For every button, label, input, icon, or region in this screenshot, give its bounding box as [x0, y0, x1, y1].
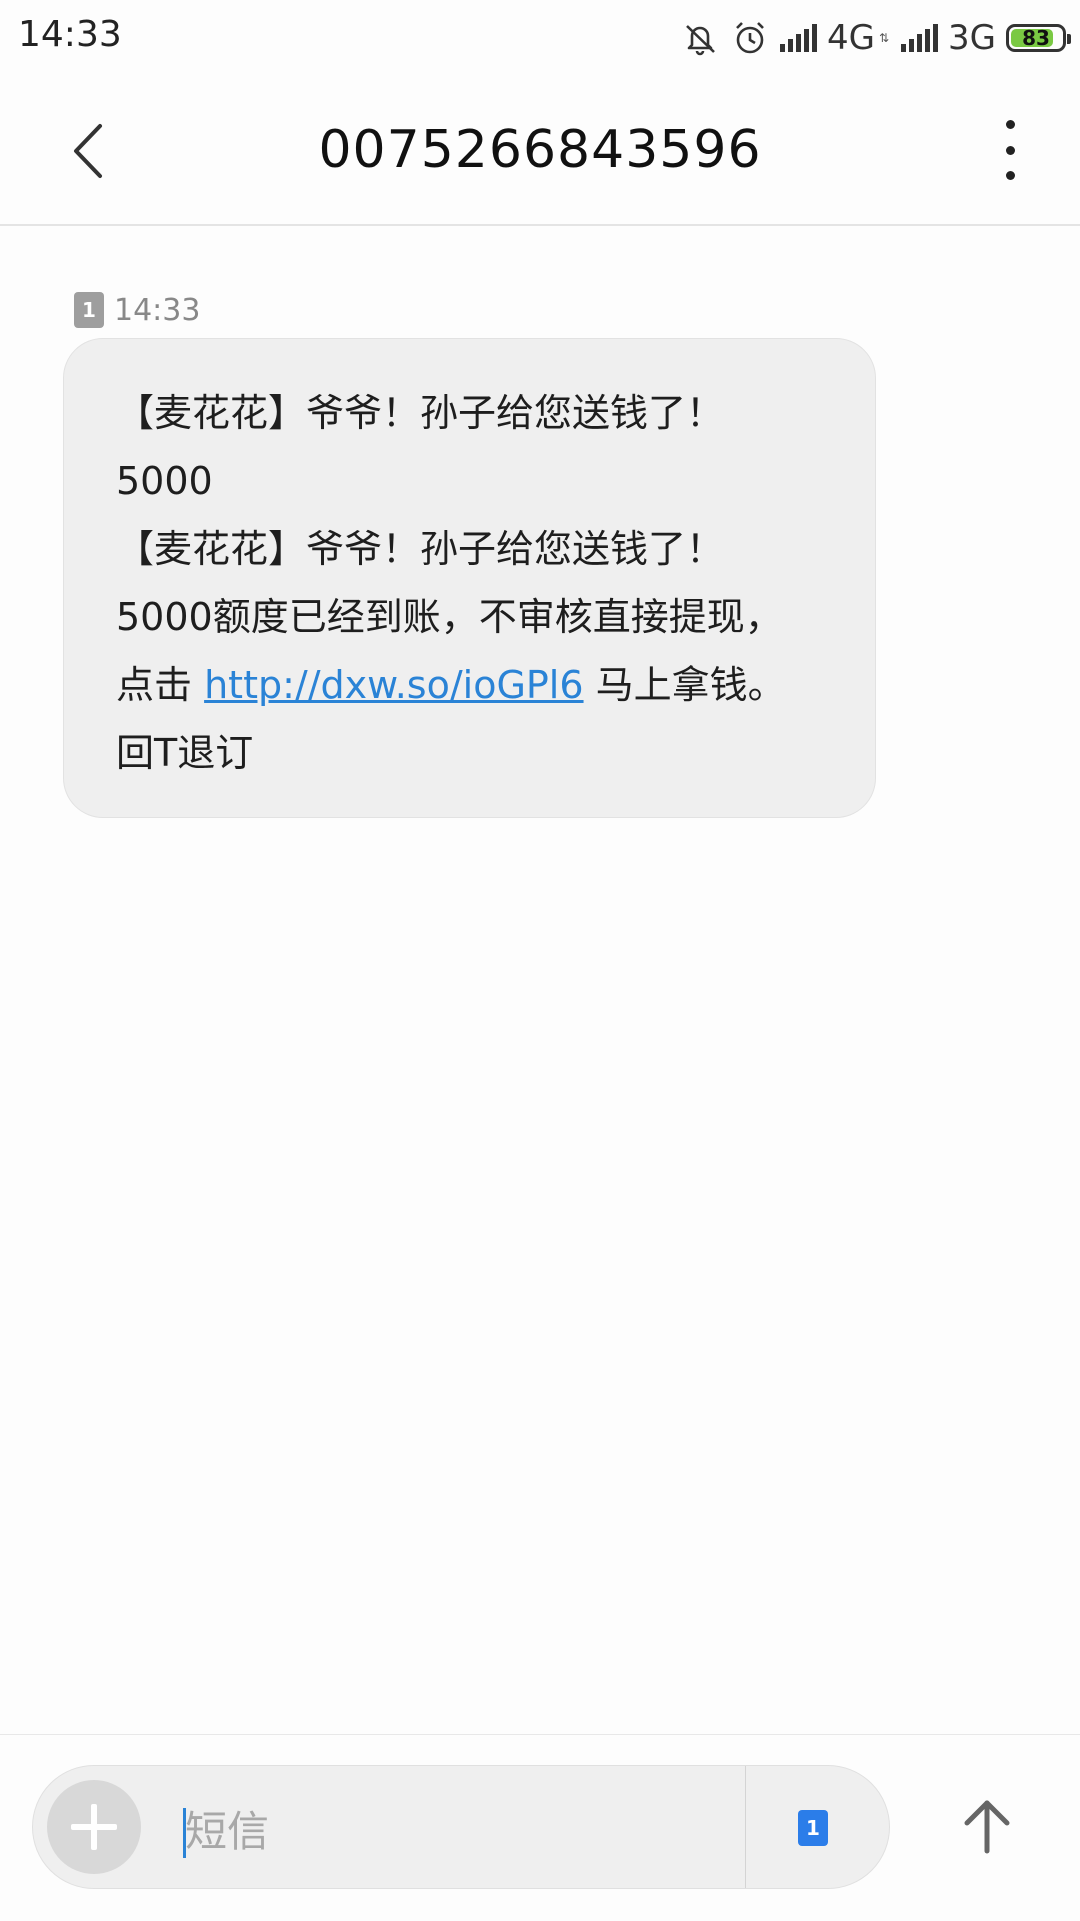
status-time: 14:33 — [18, 14, 122, 55]
add-attachment-button[interactable] — [47, 1780, 141, 1874]
message-time: 14:33 — [114, 292, 201, 328]
composer-pill: 短信 1 — [32, 1765, 890, 1889]
message-text: 点击 — [116, 663, 205, 707]
status-bar: 14:33 4G ⇅ 3G 83 — [0, 0, 1080, 76]
message-link[interactable]: http://dxw.so/ioGPl6 — [204, 663, 583, 707]
message-line: 5000额度已经到账，不审核直接提现， — [116, 595, 783, 639]
network-type-2: 3G — [948, 18, 996, 58]
more-vertical-icon — [1005, 120, 1015, 129]
message-line: 5000 — [116, 459, 213, 503]
more-options-button[interactable] — [990, 120, 1030, 180]
status-icons: 4G ⇅ 3G 83 — [680, 16, 1071, 60]
message-meta: 1 14:33 — [74, 292, 200, 328]
alarm-icon — [736, 22, 764, 54]
battery-percent: 83 — [1022, 26, 1050, 50]
mute-icon — [686, 25, 715, 56]
message-line: 【麦花花】爷爷！孙子给您送钱了！ — [116, 391, 725, 435]
data-activity-icon: ⇅ — [878, 31, 890, 45]
signal-icon — [779, 24, 817, 52]
battery-icon: 83 — [1006, 24, 1071, 52]
network-type-1: 4G — [826, 18, 875, 58]
message-line: 点击 http://dxw.so/ioGPl6 马上拿钱。 — [116, 651, 835, 719]
signal-icon — [901, 24, 939, 52]
message-line: 【麦花花】爷爷！孙子给您送钱了！ — [116, 527, 725, 571]
divider — [745, 1766, 746, 1888]
sim-select-button[interactable]: 1 — [798, 1810, 828, 1846]
message-bubble[interactable]: 【麦花花】爷爷！孙子给您送钱了！ 5000 【麦花花】爷爷！孙子给您送钱了！ 5… — [63, 338, 876, 818]
arrow-up-icon — [964, 1800, 1010, 1854]
message-input[interactable]: 短信 — [185, 1802, 269, 1862]
message-line: 回T退订 — [116, 731, 254, 775]
sim-card-icon: 1 — [74, 292, 104, 328]
send-button[interactable] — [955, 1795, 1019, 1859]
contact-number: 0075266843596 — [318, 120, 762, 180]
composer-bar: 短信 1 — [0, 1734, 1080, 1921]
conversation-header: 0075266843596 — [0, 76, 1080, 226]
message-text: 马上拿钱。 — [583, 663, 786, 707]
